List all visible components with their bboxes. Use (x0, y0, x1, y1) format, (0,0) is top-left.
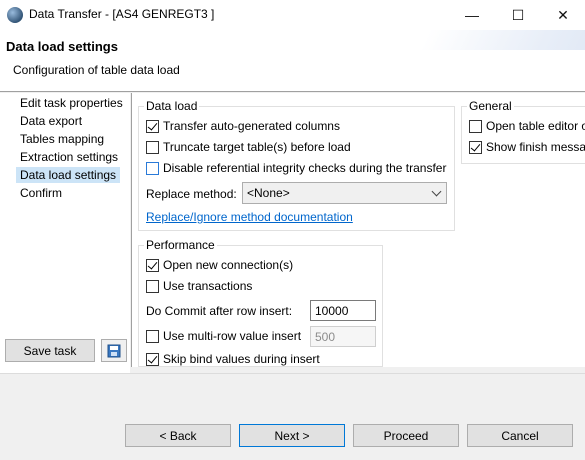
chevron-down-icon (431, 186, 442, 197)
nav-item-extraction-settings[interactable]: Extraction settings (16, 149, 122, 165)
header-decoration (420, 30, 585, 50)
checkbox-box[interactable] (146, 140, 159, 154)
next-button[interactable]: Next > (239, 424, 345, 447)
nav-item-tables-mapping[interactable]: Tables mapping (16, 131, 108, 147)
checkbox-box[interactable] (146, 352, 159, 366)
checkbox-label: Disable referential integrity checks dur… (163, 161, 447, 175)
proceed-button[interactable]: Proceed (353, 424, 459, 447)
checkbox-label: Open table editor o (486, 119, 585, 133)
nav-item-confirm[interactable]: Confirm (16, 185, 66, 201)
title-bar: Data Transfer - [AS4 GENREGT3 ] — ☐ ✕ (0, 0, 585, 30)
multi-row-insert-checkbox[interactable]: Use multi-row value insert (146, 329, 301, 343)
transfer-autogen-checkbox[interactable]: Transfer auto-generated columns (146, 119, 340, 133)
open-table-editor-checkbox[interactable]: Open table editor o (469, 119, 585, 133)
checkbox-box[interactable] (469, 119, 482, 133)
checkbox-box[interactable] (469, 140, 482, 154)
page-description: Configuration of table data load (13, 63, 180, 77)
nav-item-data-load-settings[interactable]: Data load settings (16, 167, 121, 183)
commit-after-input[interactable]: 10000 (310, 300, 376, 321)
floppy-save-icon (107, 344, 121, 357)
checkbox-label: Show finish messag (486, 140, 585, 154)
use-transactions-checkbox[interactable]: Use transactions (146, 279, 252, 293)
save-task-button[interactable]: Save task (5, 339, 95, 362)
checkbox-box[interactable] (146, 119, 159, 133)
open-new-connection-checkbox[interactable]: Open new connection(s) (146, 258, 293, 272)
show-finish-message-checkbox[interactable]: Show finish messag (469, 140, 585, 154)
replace-method-value: <None> (247, 186, 290, 200)
maximize-button[interactable]: ☐ (495, 0, 541, 30)
commit-after-label: Do Commit after row insert: (146, 304, 293, 318)
checkbox-label: Use transactions (163, 279, 253, 293)
replace-method-label: Replace method: (146, 187, 237, 201)
close-button[interactable]: ✕ (540, 0, 585, 30)
app-icon (7, 7, 23, 23)
page-title: Data load settings (6, 39, 118, 54)
wizard-header: Data load settings Configuration of tabl… (0, 30, 585, 92)
nav-item-edit-task-properties[interactable]: Edit task properties (16, 95, 127, 111)
window-title: Data Transfer - [AS4 GENREGT3 ] (29, 7, 215, 21)
checkbox-box[interactable] (146, 161, 159, 175)
truncate-checkbox[interactable]: Truncate target table(s) before load (146, 140, 351, 154)
skip-bind-values-checkbox[interactable]: Skip bind values during insert (146, 352, 320, 366)
checkbox-label: Truncate target table(s) before load (163, 140, 351, 154)
checkbox-box[interactable] (146, 279, 159, 293)
checkbox-label: Skip bind values during insert (163, 352, 320, 366)
general-group: General (461, 99, 585, 164)
minimize-button[interactable]: — (449, 0, 495, 30)
general-legend: General (467, 99, 514, 113)
data-load-legend: Data load (144, 99, 200, 113)
performance-legend: Performance (144, 238, 217, 252)
save-task-icon-button[interactable] (101, 339, 127, 362)
disable-ri-checkbox[interactable]: Disable referential integrity checks dur… (146, 161, 446, 175)
cancel-button[interactable]: Cancel (467, 424, 573, 447)
back-button[interactable]: < Back (125, 424, 231, 447)
settings-panel: Data load Transfer auto-generated column… (131, 93, 585, 367)
nav-item-data-export[interactable]: Data export (16, 113, 86, 129)
replace-method-select[interactable]: <None> (242, 182, 447, 204)
checkbox-box[interactable] (146, 329, 159, 343)
checkbox-label: Use multi-row value insert (163, 329, 302, 343)
checkbox-box[interactable] (146, 258, 159, 272)
wizard-nav: Edit task properties Data export Tables … (0, 93, 130, 373)
multi-row-count-input[interactable]: 500 (310, 326, 376, 347)
checkbox-label: Open new connection(s) (163, 258, 294, 272)
checkbox-label: Transfer auto-generated columns (163, 119, 340, 133)
replace-method-doc-link[interactable]: Replace/Ignore method documentation (146, 210, 353, 224)
